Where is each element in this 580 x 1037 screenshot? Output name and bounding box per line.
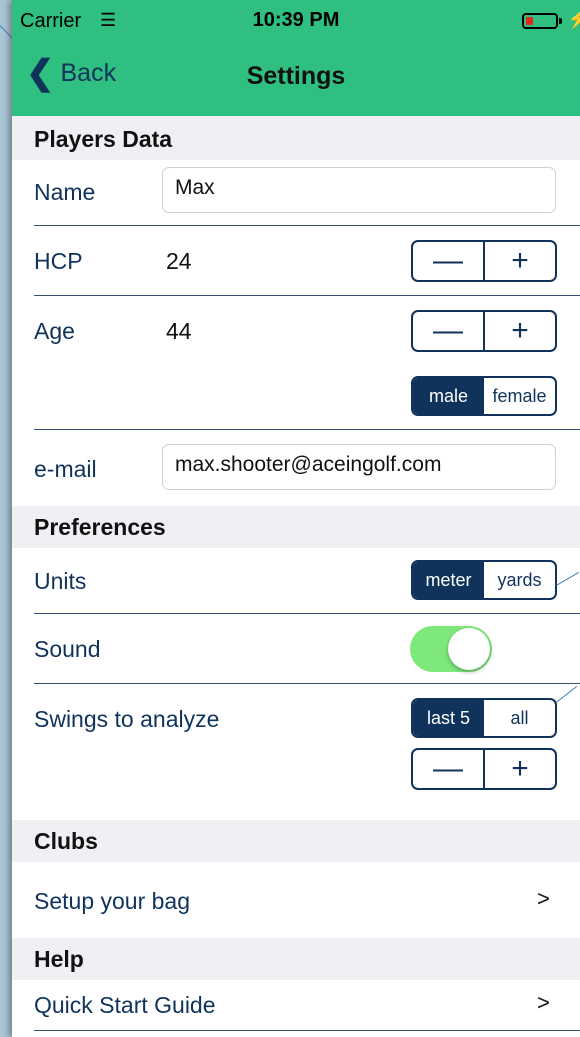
toggle-knob <box>448 628 490 670</box>
section-title: Players Data <box>34 126 173 152</box>
units-segmented-control[interactable]: meter yards <box>411 560 557 600</box>
row-name: Name Max <box>12 160 580 226</box>
row-sound: Sound <box>12 614 580 684</box>
quick-start-label[interactable]: Quick Start Guide <box>34 992 216 1019</box>
section-header-help: Help <box>12 938 580 980</box>
section-header-clubs: Clubs <box>12 820 580 862</box>
email-label: e-mail <box>34 456 97 482</box>
section-header-players-data: Players Data <box>12 116 580 160</box>
gender-segmented-control[interactable]: male female <box>411 376 557 416</box>
name-label: Name <box>34 179 96 205</box>
age-decrement-button[interactable]: — <box>413 312 485 350</box>
section-header-preferences: Preferences <box>12 506 580 548</box>
row-hcp: HCP 24 — + <box>12 226 580 296</box>
email-field[interactable]: max.shooter@aceingolf.com <box>162 444 556 490</box>
swings-label: Swings to analyze <box>34 706 220 732</box>
charging-icon: ⚡ <box>567 9 580 29</box>
navigation-bar: ❮ Back Settings <box>12 40 580 116</box>
sound-toggle[interactable] <box>410 626 492 672</box>
row-setup-bag[interactable]: Setup your bag > <box>12 862 580 938</box>
battery-tip <box>559 18 562 24</box>
section-title: Help <box>34 946 84 972</box>
row-email: e-mail max.shooter@aceingolf.com <box>12 430 580 506</box>
status-time: 10:39 PM <box>252 9 340 31</box>
swings-increment-button[interactable]: + <box>485 750 555 788</box>
phone-screen: Carrier ☰ 10:39 PM ⚡ ❮ Back Settings Pla… <box>12 0 580 1037</box>
sound-label: Sound <box>34 636 101 662</box>
swings-option-last-5[interactable]: last 5 <box>413 700 484 736</box>
gender-option-male[interactable]: male <box>413 378 484 414</box>
units-option-yards[interactable]: yards <box>484 562 555 598</box>
section-title: Preferences <box>34 514 166 540</box>
section-title: Clubs <box>34 828 98 854</box>
hcp-stepper[interactable]: — + <box>411 240 557 282</box>
chevron-right-icon: > <box>537 990 550 1015</box>
name-field[interactable]: Max <box>162 167 556 213</box>
age-value: 44 <box>166 318 192 344</box>
swings-decrement-button[interactable]: — <box>413 750 485 788</box>
setup-bag-label[interactable]: Setup your bag <box>34 888 190 915</box>
age-label: Age <box>34 318 75 344</box>
row-units: Units meter yards <box>12 548 580 614</box>
swings-segmented-control[interactable]: last 5 all <box>411 698 557 738</box>
chevron-right-icon: > <box>537 886 550 911</box>
gender-option-female[interactable]: female <box>484 378 555 414</box>
divider <box>34 1030 580 1031</box>
units-option-meter[interactable]: meter <box>413 562 484 598</box>
swings-option-all[interactable]: all <box>484 700 555 736</box>
units-label: Units <box>34 568 87 594</box>
hcp-decrement-button[interactable]: — <box>413 242 485 280</box>
row-quick-start[interactable]: Quick Start Guide > <box>12 980 580 1037</box>
row-age: Age 44 — + male female <box>12 296 580 430</box>
age-stepper[interactable]: — + <box>411 310 557 352</box>
status-bar: Carrier ☰ 10:39 PM ⚡ <box>12 0 580 40</box>
swings-stepper[interactable]: — + <box>411 748 557 790</box>
hcp-value: 24 <box>166 248 192 274</box>
age-increment-button[interactable]: + <box>485 312 555 350</box>
page-title: Settings <box>246 62 346 90</box>
hcp-increment-button[interactable]: + <box>485 242 555 280</box>
row-swings: Swings to analyze last 5 all — + <box>12 684 580 820</box>
hcp-label: HCP <box>34 248 83 274</box>
battery-icon <box>522 13 558 29</box>
